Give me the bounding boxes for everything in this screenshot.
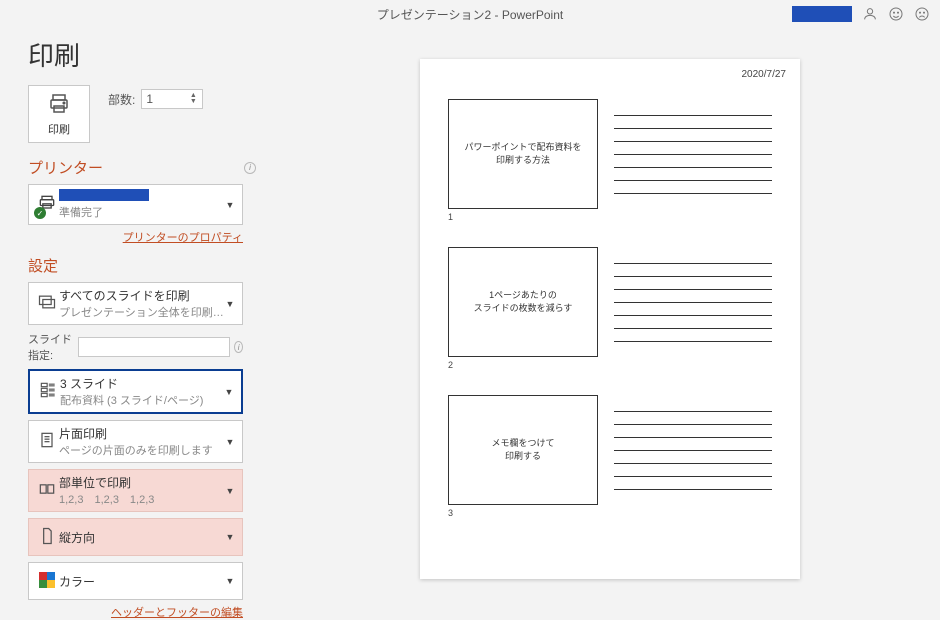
- note-lines: [614, 115, 772, 194]
- orientation-title: 縦方向: [59, 529, 224, 546]
- header-footer-link[interactable]: ヘッダーとフッターの編集: [28, 604, 243, 620]
- slide-caption: 1ページあたりの スライドの枚数を減らす: [474, 289, 573, 316]
- slide-spec-input[interactable]: [78, 337, 230, 357]
- print-button[interactable]: 印刷: [28, 85, 90, 143]
- slides-all-icon: [37, 292, 57, 315]
- smile-icon[interactable]: [888, 6, 904, 22]
- preview-date: 2020/7/27: [742, 69, 787, 80]
- portrait-icon: [37, 526, 57, 549]
- copies-label: 部数:: [108, 91, 135, 108]
- handout-layout-select[interactable]: 3 スライド 配布資料 (3 スライド/ページ) ▼: [28, 369, 243, 414]
- color-select[interactable]: カラー ▼: [28, 562, 243, 600]
- printer-properties-link[interactable]: プリンターのプロパティ: [28, 229, 243, 245]
- handout-3-icon: [38, 380, 58, 403]
- chevron-down-icon: ▼: [223, 387, 235, 397]
- sides-title: 片面印刷: [59, 425, 224, 442]
- print-preview-page: 2020/7/27 パワーポイントで配布資料を 印刷する方法 1 1ページあたり…: [420, 59, 800, 579]
- print-range-select[interactable]: すべてのスライドを印刷 プレゼンテーション全体を印刷… ▼: [28, 282, 243, 325]
- layout-title: 3 スライド: [60, 375, 223, 392]
- color-title: カラー: [59, 573, 224, 590]
- preview-slot: メモ欄をつけて 印刷する 3: [448, 395, 772, 505]
- title-bar: プレゼンテーション2 - PowerPoint: [0, 0, 940, 28]
- print-button-label: 印刷: [48, 121, 70, 137]
- settings-section-header: 設定: [28, 255, 58, 276]
- layout-subtitle: 配布資料 (3 スライド/ページ): [60, 392, 223, 408]
- chevron-down-icon: ▼: [224, 299, 236, 309]
- preview-slide: 1ページあたりの スライドの枚数を減らす 2: [448, 247, 598, 357]
- slide-spec-label: スライド指定:: [28, 331, 74, 363]
- copies-value: 1: [146, 92, 188, 106]
- spinner-arrows-icon: ▲▼: [188, 93, 198, 105]
- single-side-icon: [37, 430, 57, 453]
- page-title: 印刷: [28, 36, 256, 73]
- user-icon[interactable]: [862, 6, 878, 22]
- copies-spinner[interactable]: 1 ▲▼: [141, 89, 203, 109]
- sides-subtitle: ページの片面のみを印刷します: [59, 442, 224, 458]
- collate-select[interactable]: 部単位で印刷 1,2,3 1,2,3 1,2,3 ▼: [28, 469, 243, 512]
- info-icon[interactable]: i: [234, 341, 243, 353]
- printer-name-redacted: [59, 189, 149, 201]
- collate-icon: [37, 479, 57, 502]
- slide-number: 2: [448, 360, 453, 370]
- slide-number: 1: [448, 212, 453, 222]
- print-sides-select[interactable]: 片面印刷 ページの片面のみを印刷します ▼: [28, 420, 243, 463]
- document-title: プレゼンテーション2 - PowerPoint: [377, 6, 563, 23]
- ready-check-icon: ✓: [34, 207, 46, 219]
- chevron-down-icon: ▼: [224, 486, 236, 496]
- slide-caption: パワーポイントで配布資料を 印刷する方法: [464, 141, 581, 168]
- print-settings-panel: 印刷 印刷 部数: 1 ▲▼ プリンター i: [0, 28, 270, 610]
- user-account-box[interactable]: [792, 6, 852, 22]
- orientation-select[interactable]: 縦方向 ▼: [28, 518, 243, 556]
- print-range-subtitle: プレゼンテーション全体を印刷…: [59, 304, 224, 320]
- chevron-down-icon: ▼: [224, 437, 236, 447]
- print-range-title: すべてのスライドを印刷: [59, 287, 224, 304]
- preview-slot: 1ページあたりの スライドの枚数を減らす 2: [448, 247, 772, 357]
- sad-icon[interactable]: [914, 6, 930, 22]
- note-lines: [614, 263, 772, 342]
- color-icon: [37, 570, 57, 593]
- printer-icon: [47, 92, 71, 119]
- printer-select[interactable]: ✓ 準備完了 ▼: [28, 184, 243, 225]
- collate-title: 部単位で印刷: [59, 474, 224, 491]
- preview-slide: パワーポイントで配布資料を 印刷する方法 1: [448, 99, 598, 209]
- printer-status: 準備完了: [59, 204, 224, 220]
- preview-slide: メモ欄をつけて 印刷する 3: [448, 395, 598, 505]
- chevron-down-icon: ▼: [224, 532, 236, 542]
- info-icon[interactable]: i: [244, 162, 256, 174]
- preview-slot: パワーポイントで配布資料を 印刷する方法 1: [448, 99, 772, 209]
- printer-small-icon: ✓: [37, 193, 57, 216]
- slide-caption: メモ欄をつけて 印刷する: [491, 437, 554, 464]
- chevron-down-icon: ▼: [224, 200, 236, 210]
- printer-section-header: プリンター: [28, 157, 103, 178]
- chevron-down-icon: ▼: [224, 576, 236, 586]
- note-lines: [614, 411, 772, 490]
- slide-number: 3: [448, 508, 453, 518]
- collate-subtitle: 1,2,3 1,2,3 1,2,3: [59, 491, 224, 507]
